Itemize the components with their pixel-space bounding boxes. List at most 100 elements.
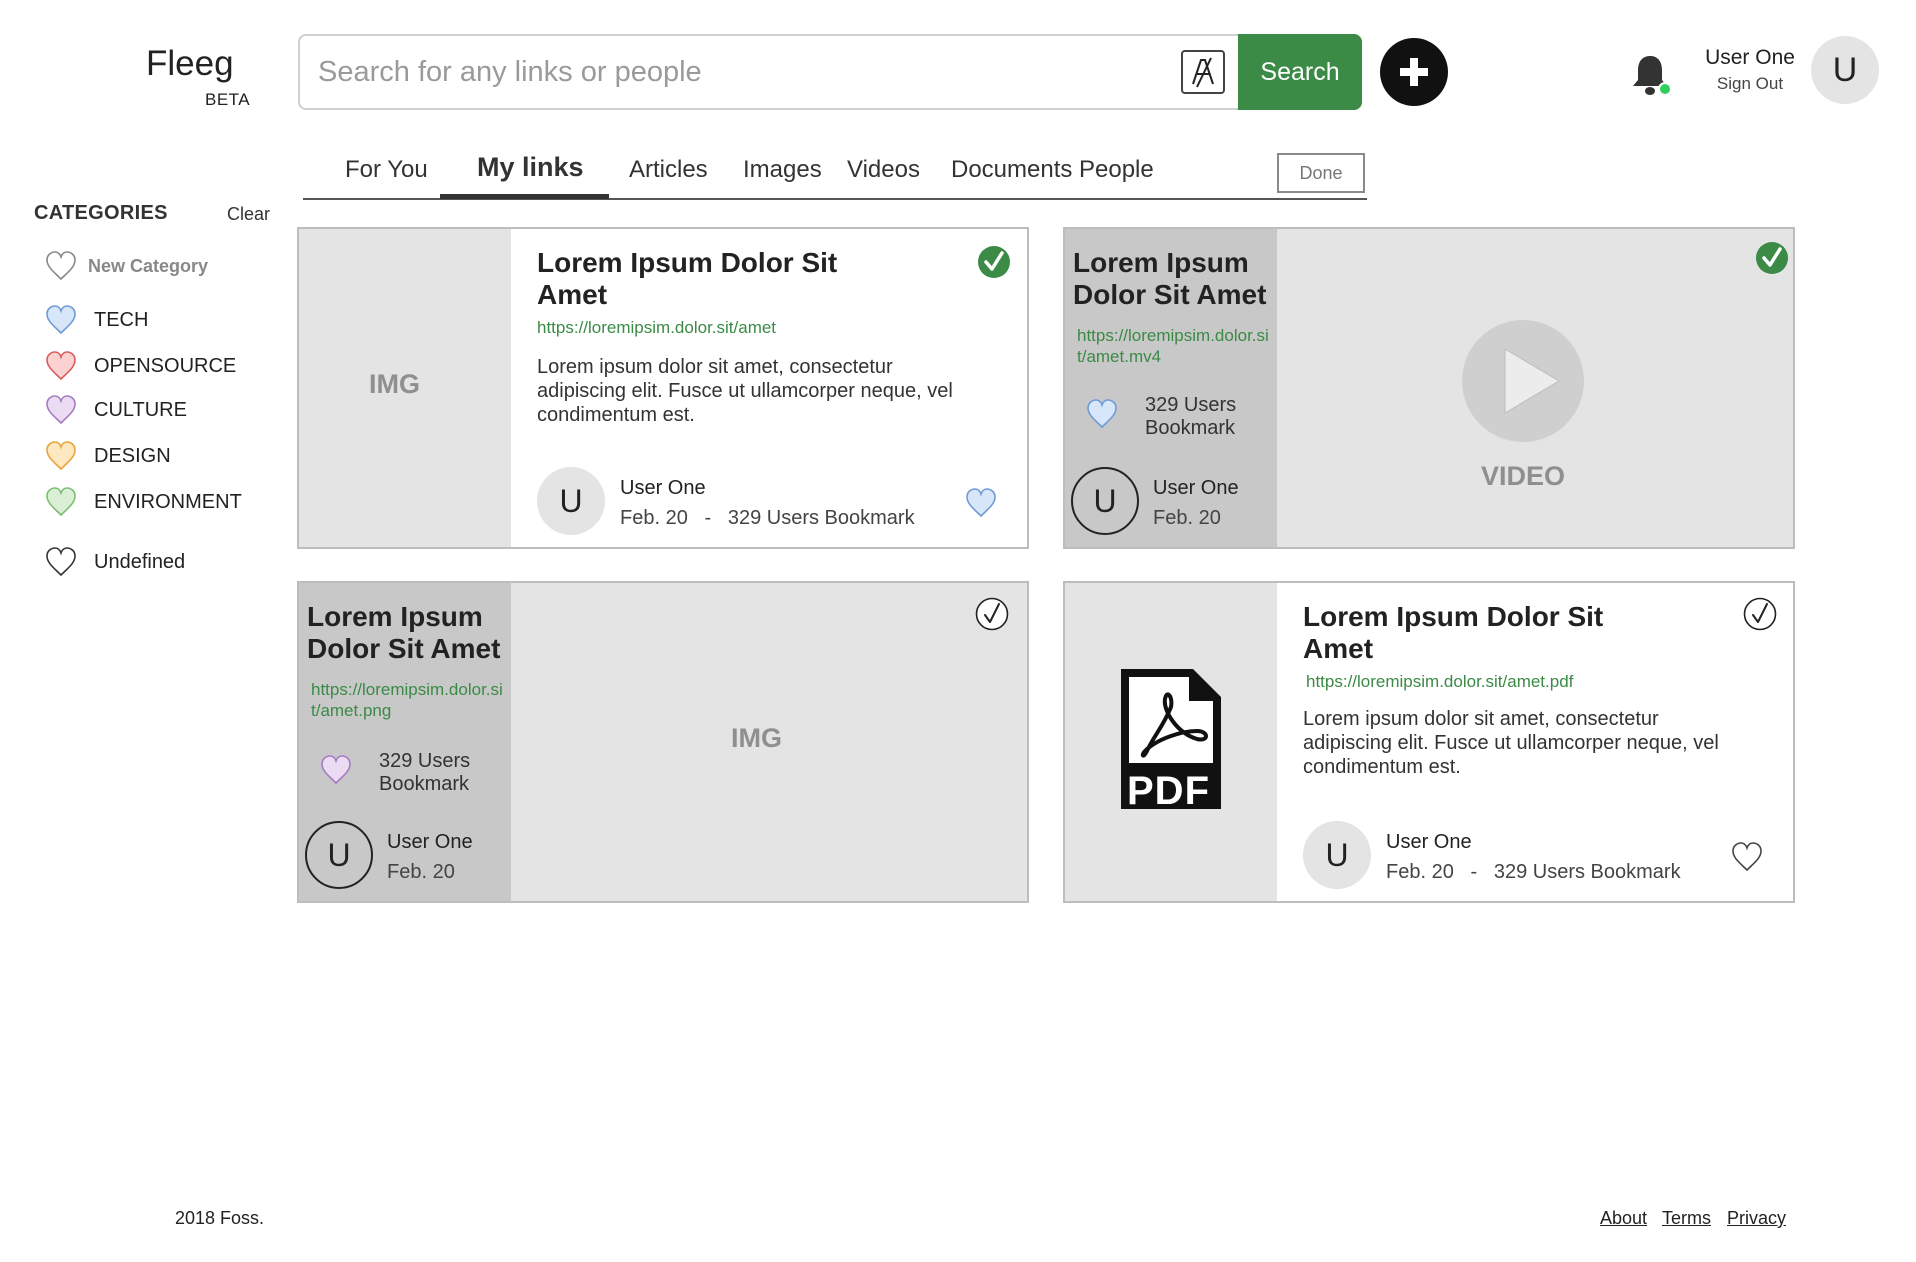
video-placeholder-label: VIDEO [1481,461,1566,491]
unselected-check-icon[interactable] [1743,597,1777,631]
tab-videos[interactable]: Videos [847,156,920,184]
search-bar [298,34,1362,110]
tab-people[interactable]: People [1079,156,1154,184]
card-date: Feb. 20 [620,507,688,529]
notification-dot [1658,82,1672,96]
card-description: Lorem ipsum dolor sit amet, consectetur … [537,356,953,426]
link-card-image[interactable]: IMG Lorem Ipsum Dolor Sit Amet https://l… [297,581,1029,903]
add-link-button[interactable] [1380,38,1448,106]
tab-documents[interactable]: Documents [951,156,1072,184]
clear-categories-link[interactable]: Clear [227,204,270,225]
card-meta: Feb. 20 - 329 Users Bookmark [1386,861,1681,884]
card-title[interactable]: Lorem Ipsum Dolor Sit Amet [1303,601,1663,665]
brand-name: Fleeg [146,44,234,83]
bookmark-heart-icon[interactable] [1730,840,1764,874]
category-label: OPENSOURCE [94,354,237,377]
beta-badge: BETA [205,90,251,109]
heart-outline-icon [46,251,76,281]
card-url[interactable]: https://loremipsim.dolor.sit/amet [537,317,776,338]
bookmark-heart-icon[interactable] [319,753,353,787]
category-item-environment[interactable]: ENVIRONMENT [44,482,242,522]
thumbnail-placeholder: IMG [299,229,511,547]
pdf-label: PDF [1127,769,1210,813]
document-thumbnail: PDF [1065,583,1277,901]
selected-check-icon[interactable] [1755,241,1789,275]
card-date: Feb. 20 [1386,861,1454,883]
logo[interactable]: Fleeg BETA [146,44,250,109]
card-url[interactable]: https://loremipsim.dolor.sit/amet.pdf [1306,671,1573,692]
clear-format-icon[interactable] [1181,50,1225,94]
heart-icon [46,395,76,425]
card-date: Feb. 20 [1153,507,1221,529]
tab-articles[interactable]: Articles [629,156,708,184]
bookmark-count: 329 Users Bookmark [1493,861,1681,883]
footer-link-about[interactable]: About [1600,1208,1647,1229]
copyright: 2018 Foss. [175,1208,265,1228]
bookmark-heart-icon[interactable] [964,486,998,520]
user-avatar[interactable]: U [1811,36,1879,104]
category-item-tech[interactable]: TECH [44,300,148,340]
card-title[interactable]: Lorem Ipsum Dolor Sit Amet [307,601,507,665]
link-card-document[interactable]: PDF Lorem Ipsum Dolor Sit Amet https://l… [1063,581,1795,903]
heart-icon [46,487,76,517]
author-avatar[interactable]: U [1071,467,1139,535]
author-name[interactable]: User One [387,831,473,854]
selected-check-icon[interactable] [977,245,1011,279]
unselected-check-icon[interactable] [975,597,1009,631]
bookmark-count: 329 Users Bookmark [1145,394,1237,439]
author-name[interactable]: User One [1153,477,1239,500]
heart-icon [46,305,76,335]
author-avatar[interactable]: U [537,467,605,535]
done-button[interactable]: Done [1277,153,1365,193]
card-url[interactable]: https://loremipsim.dolor.sit/amet.png [311,679,507,721]
plus-icon [1400,58,1428,86]
card-title[interactable]: Lorem Ipsum Dolor Sit Amet [1073,247,1273,311]
author-name[interactable]: User One [1386,831,1472,854]
card-description: Lorem ipsum dolor sit amet, consectetur … [1303,708,1719,778]
heart-icon [46,351,76,381]
author-name[interactable]: User One [620,477,706,500]
tab-for-you[interactable]: For You [345,156,428,184]
heart-icon [46,441,76,471]
active-tab-indicator [440,194,609,199]
meta-separator: - [704,507,712,529]
category-item-undefined[interactable]: Undefined [44,542,185,582]
author-avatar[interactable]: U [1303,821,1371,889]
image-placeholder-label: IMG [369,369,420,399]
category-label: TECH [94,308,149,331]
bookmark-count: 329 Users Bookmark [727,507,915,529]
play-icon[interactable] [1461,319,1585,443]
card-date: Feb. 20 [387,861,455,883]
card-meta: Feb. 20 - 329 Users Bookmark [620,507,915,530]
footer-link-terms[interactable]: Terms [1662,1208,1711,1229]
bookmark-heart-icon[interactable] [1085,397,1119,431]
meta-separator: - [1470,861,1478,883]
heart-outline-icon [46,547,76,577]
link-card-article[interactable]: IMG Lorem Ipsum Dolor Sit Amet https://l… [297,227,1029,549]
link-card-video[interactable]: VIDEO Lorem Ipsum Dolor Sit Amet https:/… [1063,227,1795,549]
tab-my-links[interactable]: My links [477,152,584,183]
card-title[interactable]: Lorem Ipsum Dolor Sit Amet [537,247,897,311]
new-category-item[interactable]: New Category [44,246,208,286]
image-placeholder-label: IMG [731,723,782,753]
user-name: User One [1705,46,1795,69]
new-category-label: New Category [88,255,209,276]
category-item-design[interactable]: DESIGN [44,436,171,476]
author-avatar[interactable]: U [305,821,373,889]
bookmark-count: 329 Users Bookmark [379,750,471,795]
footer-link-privacy[interactable]: Privacy [1727,1208,1786,1229]
search-button[interactable]: Search [1238,34,1362,110]
category-label: CULTURE [94,398,187,421]
video-placeholder[interactable]: VIDEO [1277,229,1793,547]
tab-bar: For You My links Articles Images Videos … [303,150,1367,200]
tab-images[interactable]: Images [743,156,822,184]
search-input[interactable] [318,50,1138,94]
image-placeholder[interactable]: IMG [511,583,1027,901]
category-label: DESIGN [94,444,171,467]
sign-out-link[interactable]: Sign Out [1700,74,1800,94]
category-item-opensource[interactable]: OPENSOURCE [44,346,236,386]
category-label: ENVIRONMENT [94,490,242,513]
category-item-culture[interactable]: CULTURE [44,390,187,430]
categories-heading: CATEGORIES [34,202,168,224]
card-url[interactable]: https://loremipsim.dolor.sit/amet.mv4 [1077,325,1273,367]
